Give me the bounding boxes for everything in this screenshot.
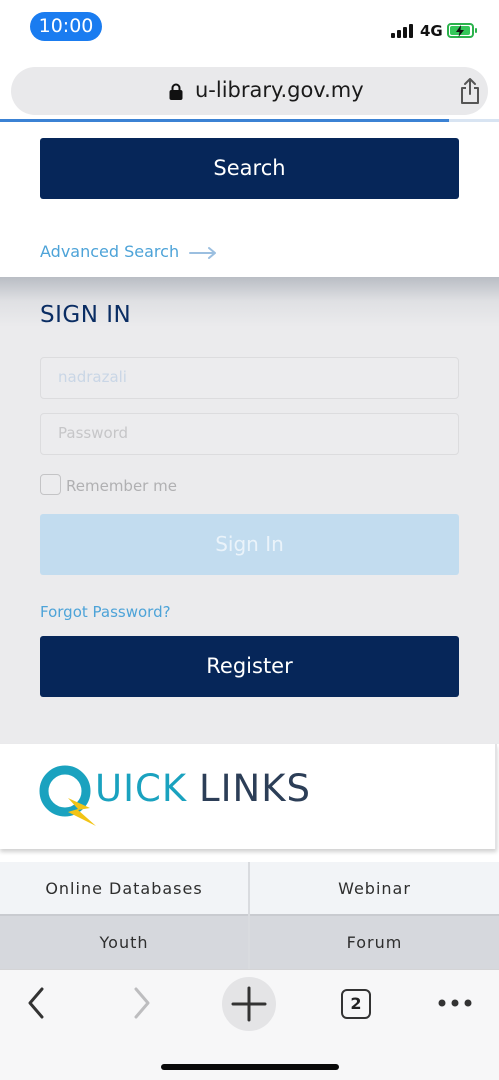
address-bar[interactable]: u-library.gov.my [11, 67, 488, 115]
signin-panel: SIGN IN nadrazali Password Remember me S… [0, 277, 499, 744]
page-load-progress-fill [0, 119, 450, 122]
more-icon[interactable] [432, 970, 478, 1036]
remember-me-checkbox[interactable] [40, 474, 61, 495]
search-button[interactable]: Search [40, 138, 459, 199]
quick-links-banner: UICK LINKS [0, 744, 497, 849]
battery-charging-icon [447, 23, 477, 38]
grid-divider [248, 862, 250, 969]
lock-icon [169, 83, 183, 100]
quick-links-word-quick: UICK [95, 767, 188, 810]
share-icon[interactable] [457, 77, 483, 105]
advanced-search-link[interactable]: Advanced Search [40, 242, 179, 261]
quick-links-word-links: LINKS [199, 767, 311, 810]
arrow-right-icon[interactable] [189, 246, 217, 260]
username-field[interactable]: nadrazali [40, 357, 459, 399]
new-tab-icon[interactable] [222, 977, 276, 1031]
tab-count: 2 [341, 989, 371, 1019]
status-time: 10:00 [30, 12, 102, 41]
remember-me-label: Remember me [66, 477, 177, 495]
quick-link-online-databases[interactable]: Online Databases [0, 862, 248, 915]
quick-link-webinar[interactable]: Webinar [250, 862, 499, 915]
url-text: u-library.gov.my [195, 78, 364, 102]
register-button[interactable]: Register [40, 636, 459, 697]
q-lightning-logo [39, 765, 96, 826]
status-bar: 10:00 4G [0, 0, 499, 56]
quick-link-youth[interactable]: Youth [0, 916, 248, 969]
page: 10:00 4G u-library.gov.my Search Advance… [0, 0, 499, 1080]
password-field[interactable]: Password [40, 413, 459, 455]
home-indicator [161, 1064, 339, 1070]
sign-in-button[interactable]: Sign In [40, 514, 459, 575]
network-type: 4G [420, 22, 443, 40]
signin-title: SIGN IN [40, 302, 132, 328]
page-load-progress [0, 119, 499, 122]
forward-icon[interactable] [124, 970, 160, 1036]
tabs-icon[interactable]: 2 [336, 970, 376, 1036]
forgot-password-link[interactable]: Forgot Password? [40, 603, 171, 621]
quick-link-forum[interactable]: Forum [250, 916, 499, 969]
back-icon[interactable] [18, 970, 54, 1036]
browser-toolbar: 2 [0, 969, 499, 1080]
signal-bars-icon [391, 24, 413, 38]
